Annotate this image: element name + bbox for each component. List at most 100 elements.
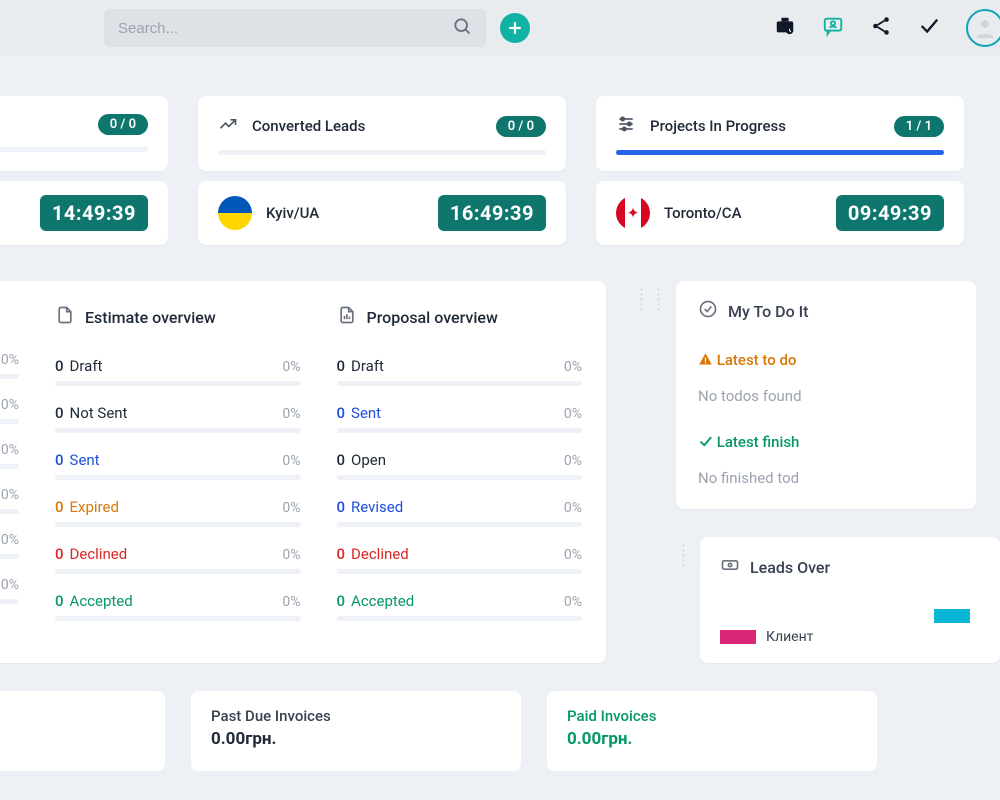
summary-card-converted-leads[interactable]: Converted Leads 0 / 0 (198, 96, 566, 171)
stat-item[interactable]: 0Expired0% (55, 498, 301, 527)
estimate-overview: Estimate overview 0Draft0%0Not Sent0%0Se… (55, 305, 301, 621)
stat-item: 0% (0, 397, 19, 424)
summary-card-projects-in-progress[interactable]: Projects In Progress 1 / 1 (596, 96, 964, 171)
support-icon[interactable] (822, 15, 844, 41)
stat-item: 0% (0, 487, 19, 514)
trending-up-icon (218, 114, 238, 138)
stat-bar (55, 428, 301, 433)
stat-bar (0, 419, 19, 424)
stat-pct: 0% (282, 359, 300, 375)
invoice-amount: 0.00грн. (567, 729, 857, 749)
stat-item[interactable]: 0Draft0% (55, 357, 301, 386)
drag-handle-icon[interactable]: ⋮⋮⋮⋮ (634, 289, 648, 663)
proposal-overview: Proposal overview 0Draft0%0Sent0%0Open0%… (337, 305, 583, 621)
stat-pct: 0% (1, 352, 19, 368)
invoice-card-past-due[interactable]: Past Due Invoices 0.00грн. (191, 691, 521, 771)
invoice-amount: 0.00грн. (211, 729, 501, 749)
stat-count: 0 (55, 404, 64, 422)
stat-label: Sent (70, 451, 100, 469)
stat-bar (0, 464, 19, 469)
summary-progress (218, 150, 546, 155)
stat-pct: 0% (282, 500, 300, 516)
stat-pct: 0% (564, 547, 582, 563)
search-box[interactable] (104, 9, 486, 47)
summary-title: Converted Leads (252, 117, 482, 135)
summary-progress (616, 150, 944, 155)
legend-swatch (934, 609, 970, 623)
stat-item[interactable]: 0Draft0% (337, 357, 583, 386)
top-bar (0, 0, 1000, 56)
check-icon[interactable] (918, 15, 940, 41)
clock-card-kyiv: Kyiv/UA 16:49:39 (198, 181, 566, 245)
stat-item[interactable]: 0Accepted0% (55, 592, 301, 621)
clock-time: 09:49:39 (836, 195, 944, 231)
overview-title: Proposal overview (367, 308, 498, 327)
search-icon[interactable] (452, 16, 472, 40)
add-button[interactable] (500, 13, 530, 43)
stat-count: 0 (337, 451, 346, 469)
flag-ca-icon: ✦ (616, 196, 650, 230)
stat-pct: 0% (1, 532, 19, 548)
stat-pct: 0% (282, 406, 300, 422)
stat-bar (337, 616, 583, 621)
avatar[interactable] (966, 9, 1000, 47)
stat-pct: 0% (1, 442, 19, 458)
stat-pct: 0% (564, 594, 582, 610)
stat-count: 0 (55, 592, 64, 610)
clock-card-toronto: ✦ Toronto/CA 09:49:39 (596, 181, 964, 245)
share-icon[interactable] (870, 15, 892, 41)
stat-bar (0, 374, 19, 379)
stat-item[interactable]: 0 Open 0% (337, 451, 583, 480)
overview-left-column: x 0%0%0%0%0%0% (0, 305, 19, 621)
invoice-title: Paid Invoices (567, 707, 857, 725)
stat-item[interactable]: 0Not Sent0% (55, 404, 301, 433)
stat-count: 0 (55, 545, 64, 563)
invoice-title: s (0, 707, 145, 725)
summary-card-payment[interactable]: Payment 0 / 0 (0, 96, 168, 171)
drag-handle-icon[interactable]: ⋮⋮⋮⋮ (676, 545, 690, 663)
todo-title: My To Do It (728, 302, 809, 321)
todo-widget: My To Do It Latest to do No todos found … (676, 281, 976, 509)
stat-label: Revised (351, 498, 403, 516)
todo-section-finished: Latest finish (698, 433, 956, 451)
stat-label: Open (351, 451, 386, 469)
stat-item[interactable]: 0 Declined 0% (55, 545, 301, 574)
invoice-row: s Past Due Invoices 0.00грн. Paid Invoic… (0, 691, 1000, 771)
stat-label: Expired (70, 498, 119, 516)
stat-label: Sent (351, 404, 381, 422)
stat-bar (55, 522, 301, 527)
file-icon (55, 305, 75, 329)
stat-item[interactable]: 0Sent0% (55, 451, 301, 480)
briefcase-icon[interactable] (774, 15, 796, 41)
stat-label: Declined (70, 545, 128, 563)
stat-bar (337, 381, 583, 386)
invoice-card-left[interactable]: s (0, 691, 165, 771)
stat-label: Draft (351, 357, 384, 375)
stat-pct: 0% (564, 453, 582, 469)
stat-pct: 0% (1, 577, 19, 593)
stat-pct: 0% (282, 594, 300, 610)
todo-section-latest: Latest to do (698, 351, 956, 369)
stat-bar (55, 381, 301, 386)
stat-bar (337, 428, 583, 433)
stat-count: 0 (55, 357, 64, 375)
todo-empty-text: No finished tod (698, 469, 956, 487)
summary-progress (0, 147, 148, 152)
stat-item[interactable]: 0Accepted0% (337, 592, 583, 621)
stat-count: 0 (337, 592, 346, 610)
stat-pct: 0% (282, 453, 300, 469)
stat-pct: 0% (564, 500, 582, 516)
stat-bar (55, 475, 301, 480)
stat-item: 0% (0, 442, 19, 469)
flag-ua-icon (218, 196, 252, 230)
stat-label: Declined (351, 545, 409, 563)
search-input[interactable] (118, 20, 452, 37)
stat-pct: 0% (282, 547, 300, 563)
invoice-card-paid[interactable]: Paid Invoices 0.00грн. (547, 691, 877, 771)
stat-item[interactable]: 0Declined0% (337, 545, 583, 574)
stat-item: 0% (0, 577, 19, 604)
stat-item[interactable]: 0Sent0% (337, 404, 583, 433)
stat-item[interactable]: 0Revised0% (337, 498, 583, 527)
stat-bar (337, 475, 583, 480)
stat-bar (0, 554, 19, 559)
